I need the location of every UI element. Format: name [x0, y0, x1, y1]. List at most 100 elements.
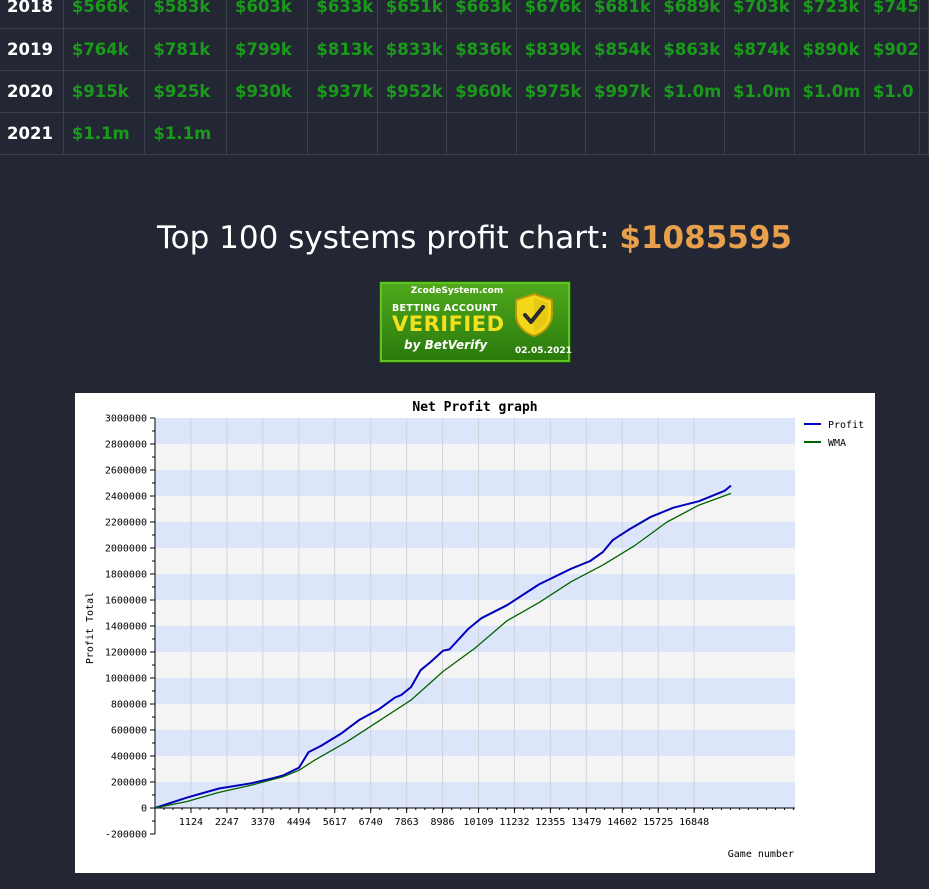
x-tick-label: 16848 — [679, 817, 709, 828]
profit-cell: $925k — [144, 69, 227, 113]
heading-text: Top 100 systems profit chart: — [157, 220, 610, 256]
profit-cell: $566k — [62, 0, 146, 29]
filler-cell — [919, 0, 929, 29]
grid-band — [155, 652, 795, 678]
profit-cell: $1.1m — [144, 111, 227, 155]
profit-cell — [585, 111, 656, 155]
profit-cell: $1.0m — [793, 69, 865, 113]
profit-cell: $723k — [793, 0, 865, 29]
profit-cell: $633k — [307, 0, 378, 29]
year-cell: 2020 — [0, 69, 64, 113]
grid-band — [155, 522, 795, 548]
profit-cell: $689k — [654, 0, 725, 29]
badge-verified-label: VERIFIED — [392, 312, 505, 336]
grid-band — [155, 548, 795, 574]
y-tick-label: 3000000 — [105, 414, 147, 425]
profit-cell: $960k — [446, 69, 517, 113]
profit-cell: $997k — [585, 69, 656, 113]
y-tick-label: 1000000 — [105, 674, 147, 685]
profit-cell: $1.1m — [62, 111, 146, 155]
grid-band — [155, 444, 795, 470]
x-tick-label: 15725 — [643, 817, 673, 828]
x-tick-label: 5617 — [323, 817, 347, 828]
net-profit-chart: 3000000 2800000 2600000 2400000 2200000 20000… — [75, 393, 875, 873]
x-tick-label: 6740 — [359, 817, 383, 828]
betverify-badge[interactable]: ZcodeSystem.com BETTING ACCOUNT VERIFIED… — [380, 282, 572, 362]
x-tick-label: 14602 — [607, 817, 637, 828]
grid-band — [155, 756, 795, 782]
filler-cell — [919, 111, 929, 155]
y-tick-label: -200000 — [105, 830, 147, 841]
profit-cell: $937k — [307, 69, 378, 113]
profit-cell: $930k — [225, 69, 309, 113]
legend-label: WMA — [828, 438, 846, 449]
x-tick-label: 11232 — [499, 817, 529, 828]
table-row: 2018 $566k $583k $603k $633k $651k $663k $676k $… — [0, 0, 929, 29]
profit-cell: $952k — [376, 69, 448, 113]
profit-cell: $781k — [144, 27, 227, 71]
y-tick-label: 0 — [141, 804, 147, 815]
table-row: 2021 $1.1m $1.1m — [0, 111, 929, 155]
profit-cell: $1.0 — [863, 69, 921, 113]
page: 2018 $566k $583k $603k $633k $651k $663k $676k $… — [0, 0, 929, 889]
profit-cell: $833k — [376, 27, 448, 71]
profit-cell: $915k — [62, 69, 146, 113]
y-tick-label: 2400000 — [105, 492, 147, 503]
filler-cell — [919, 69, 929, 113]
profit-cell: $863k — [654, 27, 725, 71]
profit-cell — [654, 111, 725, 155]
chart-svg: 3000000 2800000 2600000 2400000 2200000 20000… — [85, 400, 864, 860]
profit-cell — [863, 111, 921, 155]
grid-band — [155, 470, 795, 496]
table-row: 2020 $915k $925k $930k $937k $952k $960k $975k $… — [0, 69, 929, 113]
x-tick-label: 7863 — [395, 817, 419, 828]
table-row: 2019 $764k $781k $799k $813k $833k $836k $839k $… — [0, 27, 929, 71]
y-tick-label: 2800000 — [105, 440, 147, 451]
year-cell: 2018 — [0, 0, 64, 29]
x-tick-label: 12355 — [535, 817, 565, 828]
profit-cell: $703k — [723, 0, 795, 29]
y-tick-label: 400000 — [111, 752, 147, 763]
shield-check-icon — [515, 292, 553, 338]
x-tick-label: 3370 — [251, 817, 275, 828]
profit-cell: $681k — [585, 0, 656, 29]
y-tick-label: 800000 — [111, 700, 147, 711]
y-tick-label: 600000 — [111, 726, 147, 737]
grid-band — [155, 496, 795, 522]
profit-cell: $874k — [723, 27, 795, 71]
y-tick-label: 2000000 — [105, 544, 147, 555]
profit-cell: $651k — [376, 0, 448, 29]
profit-cell — [723, 111, 795, 155]
year-cell: 2021 — [0, 111, 64, 155]
profit-cell: $902 — [863, 27, 921, 71]
grid-band — [155, 600, 795, 626]
profit-cell: $603k — [225, 0, 309, 29]
profit-cell — [307, 111, 378, 155]
x-tick-label: 4494 — [287, 817, 311, 828]
legend-label: Profit — [828, 420, 864, 431]
filler-cell — [919, 27, 929, 71]
x-tick-label: 8986 — [431, 817, 455, 828]
badge-by-label: by BetVerify — [404, 338, 488, 352]
y-axis-label: Profit Total — [85, 592, 96, 664]
y-tick-label: 2200000 — [105, 518, 147, 529]
y-tick-label: 2600000 — [105, 466, 147, 477]
profit-cell: $1.0m — [654, 69, 725, 113]
grid-band — [155, 730, 795, 756]
profit-cell — [793, 111, 865, 155]
profit-cell: $764k — [62, 27, 146, 71]
profit-cell — [446, 111, 517, 155]
profit-cell: $975k — [515, 69, 587, 113]
yearly-profit-table: 2018 $566k $583k $603k $633k $651k $663k $676k $… — [0, 0, 929, 155]
profit-cell: $890k — [793, 27, 865, 71]
grid-band — [155, 704, 795, 730]
profit-cell: $799k — [225, 27, 309, 71]
y-tick-label: 1400000 — [105, 622, 147, 633]
y-tick-label: 1200000 — [105, 648, 147, 659]
grid-band — [155, 574, 795, 600]
profit-cell: $663k — [446, 0, 517, 29]
profit-cell — [376, 111, 448, 155]
badge-date: 02.05.2021 — [515, 346, 572, 356]
profit-cell: $1.0m — [723, 69, 795, 113]
x-tick-label: 1124 — [179, 817, 203, 828]
